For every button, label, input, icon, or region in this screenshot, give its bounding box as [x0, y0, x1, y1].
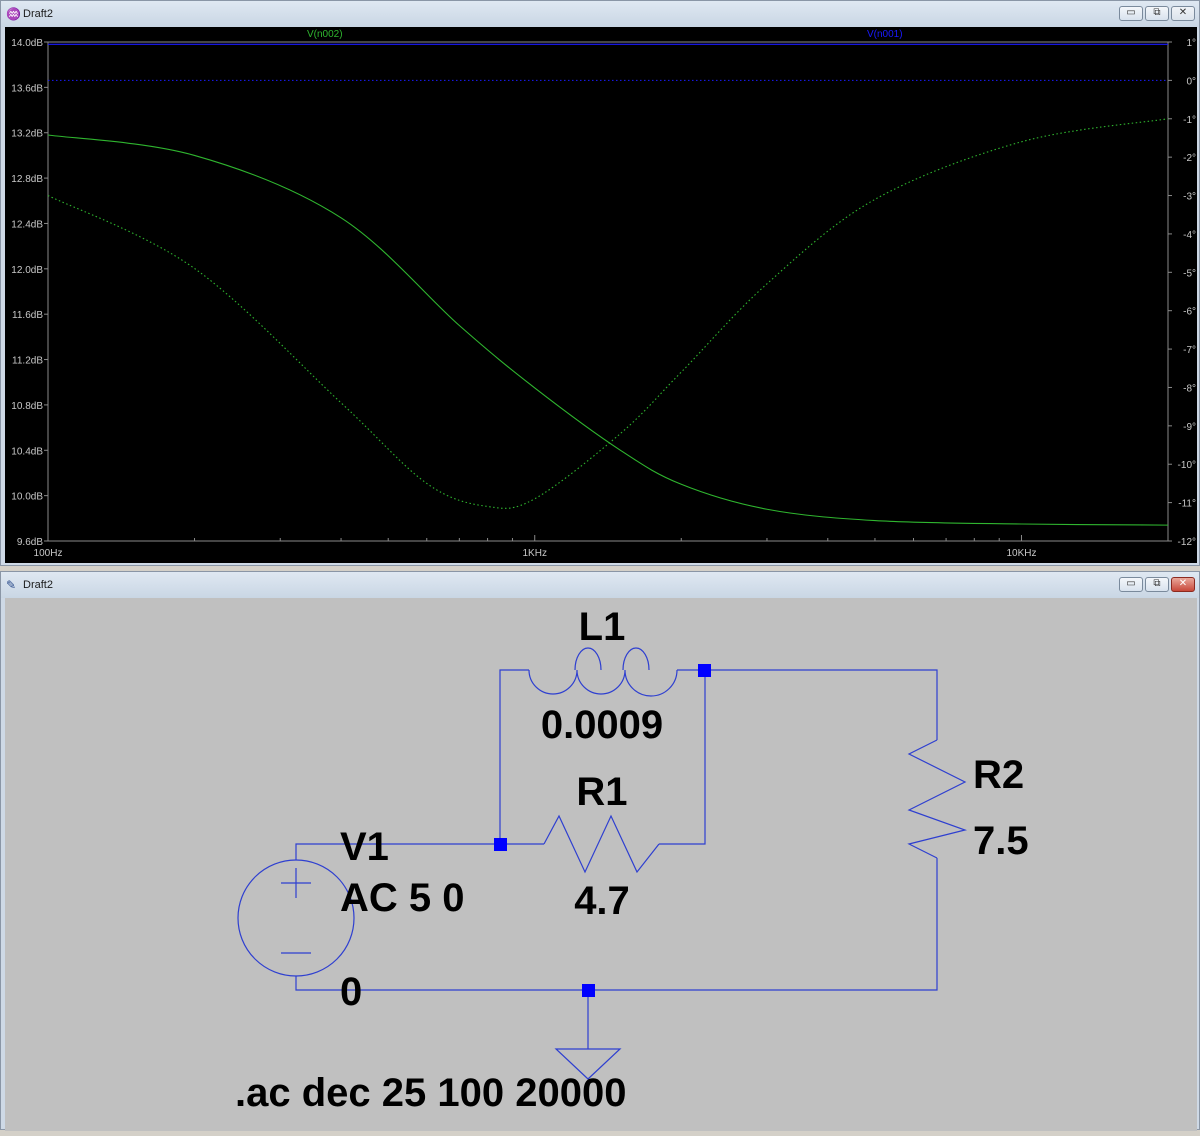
v1-name-label[interactable]: V1 — [340, 825, 389, 869]
x-tick-label: 10KHz — [1006, 548, 1036, 559]
y-right-tick-label: -1° — [1183, 115, 1196, 126]
y-right-tick-label: -7° — [1183, 345, 1196, 356]
y-left-tick-label: 10.8dB — [11, 401, 43, 412]
bode-plot[interactable]: 14.0dB 13.6dB 13.2dB 12.8dB 12.4dB 12.0dB 11.6… — [5, 27, 1197, 563]
legend-v-n001[interactable]: V(n001) — [867, 29, 903, 40]
schematic-canvas[interactable]: L1 0.0009 R1 4.7 R2 7.5 V1 AC 5 0 0 .ac … — [5, 598, 1197, 1131]
schematic-window: ✎ Draft2 ▭ ⧉ ✕ L1 0.0009 R1 4.7 R2 7.5 V… — [0, 571, 1200, 1131]
y-right-tick-label: 1° — [1186, 38, 1196, 49]
y-right-tick-label: -4° — [1183, 230, 1196, 241]
y-right-tick-label: 0° — [1186, 76, 1196, 87]
y-left-tick-label: 10.0dB — [11, 492, 43, 503]
l1-value-label[interactable]: 0.0009 — [541, 703, 663, 747]
y-right-tick-label: -9° — [1183, 422, 1196, 433]
y-left-tick-label: 11.6dB — [12, 310, 43, 321]
y-right-tick-label: -8° — [1183, 383, 1196, 394]
x-tick-label: 100Hz — [34, 548, 63, 559]
resistor-r2[interactable] — [907, 739, 968, 859]
window-title: Draft2 — [23, 579, 53, 591]
node-junction[interactable] — [698, 664, 711, 677]
y-left-tick-label: 13.2dB — [11, 129, 43, 140]
minimize-button[interactable]: ▭ — [1119, 577, 1143, 592]
r2-value-label[interactable]: 7.5 — [973, 819, 1029, 863]
minimize-button[interactable]: ▭ — [1119, 6, 1143, 21]
node-junction[interactable] — [582, 984, 595, 997]
y-left-tick-label: 12.4dB — [11, 219, 43, 230]
y-left-tick-label: 9.6dB — [17, 537, 43, 548]
r1-value-label[interactable]: 4.7 — [574, 879, 630, 923]
y-left-tick-label: 12.8dB — [11, 174, 43, 185]
y-right-tick-label: -10° — [1178, 460, 1196, 471]
y-left-tick-label: 10.4dB — [11, 446, 43, 457]
close-button[interactable]: ✕ — [1171, 577, 1195, 592]
wire-r1-right[interactable] — [659, 670, 706, 845]
window-title: Draft2 — [23, 8, 53, 20]
y-left-tick-label: 14.0dB — [11, 38, 43, 49]
x-tick-label: 1KHz — [523, 548, 547, 559]
plot-canvas[interactable]: 14.0dB 13.6dB 13.2dB 12.8dB 12.4dB 12.0dB 11.6… — [5, 27, 1197, 563]
trace-vn002-magnitude — [47, 134, 1169, 526]
y-left-tick-label: 13.6dB — [11, 83, 43, 94]
ac-directive[interactable]: .ac dec 25 100 20000 — [235, 1071, 626, 1115]
tick-labels: 14.0dB 13.6dB 13.2dB 12.8dB 12.4dB 12.0dB 11.6… — [11, 38, 1196, 559]
waveform-titlebar[interactable]: ♒ Draft2 ▭ ⧉ ✕ — [1, 1, 1199, 27]
restore-button[interactable]: ⧉ — [1145, 6, 1169, 21]
node-junction[interactable] — [494, 838, 507, 851]
close-button[interactable]: ✕ — [1171, 6, 1195, 21]
plot-grid — [44, 41, 1172, 542]
circuit-schematic[interactable]: L1 0.0009 R1 4.7 R2 7.5 V1 AC 5 0 0 .ac … — [5, 598, 1197, 1131]
y-left-tick-label: 12.0dB — [11, 265, 43, 276]
wire-l1-left[interactable] — [499, 669, 529, 844]
y-right-tick-label: -11° — [1178, 499, 1196, 510]
v1-value-label[interactable]: AC 5 0 — [340, 876, 465, 920]
waveform-window: ♒ Draft2 ▭ ⧉ ✕ 14.0dB 13.6dB 13.2dB 12.8dB 1… — [0, 0, 1200, 566]
l1-name-label[interactable]: L1 — [579, 605, 626, 649]
waveform-icon: ♒ — [6, 7, 21, 21]
resistor-r1[interactable] — [543, 814, 660, 874]
ground-net-label[interactable]: 0 — [340, 970, 362, 1014]
inductor-l1[interactable] — [528, 647, 678, 697]
y-right-tick-label: -3° — [1183, 192, 1196, 203]
schematic-titlebar[interactable]: ✎ Draft2 ▭ ⧉ ✕ — [1, 572, 1199, 598]
schematic-icon: ✎ — [6, 578, 17, 592]
legend-v-n002[interactable]: V(n002) — [307, 29, 343, 40]
y-right-tick-label: -6° — [1183, 307, 1196, 318]
y-right-tick-label: -2° — [1183, 153, 1196, 164]
traces — [47, 43, 1169, 526]
y-left-tick-label: 11.2dB — [12, 356, 43, 367]
wire-l1-right[interactable] — [677, 669, 938, 740]
r1-name-label[interactable]: R1 — [576, 770, 627, 814]
plot-axes — [47, 41, 1169, 542]
restore-button[interactable]: ⧉ — [1145, 577, 1169, 592]
trace-vn002-phase — [47, 118, 1169, 509]
y-right-tick-label: -12° — [1178, 537, 1196, 548]
y-right-tick-label: -5° — [1183, 268, 1196, 279]
r2-name-label[interactable]: R2 — [973, 753, 1024, 797]
